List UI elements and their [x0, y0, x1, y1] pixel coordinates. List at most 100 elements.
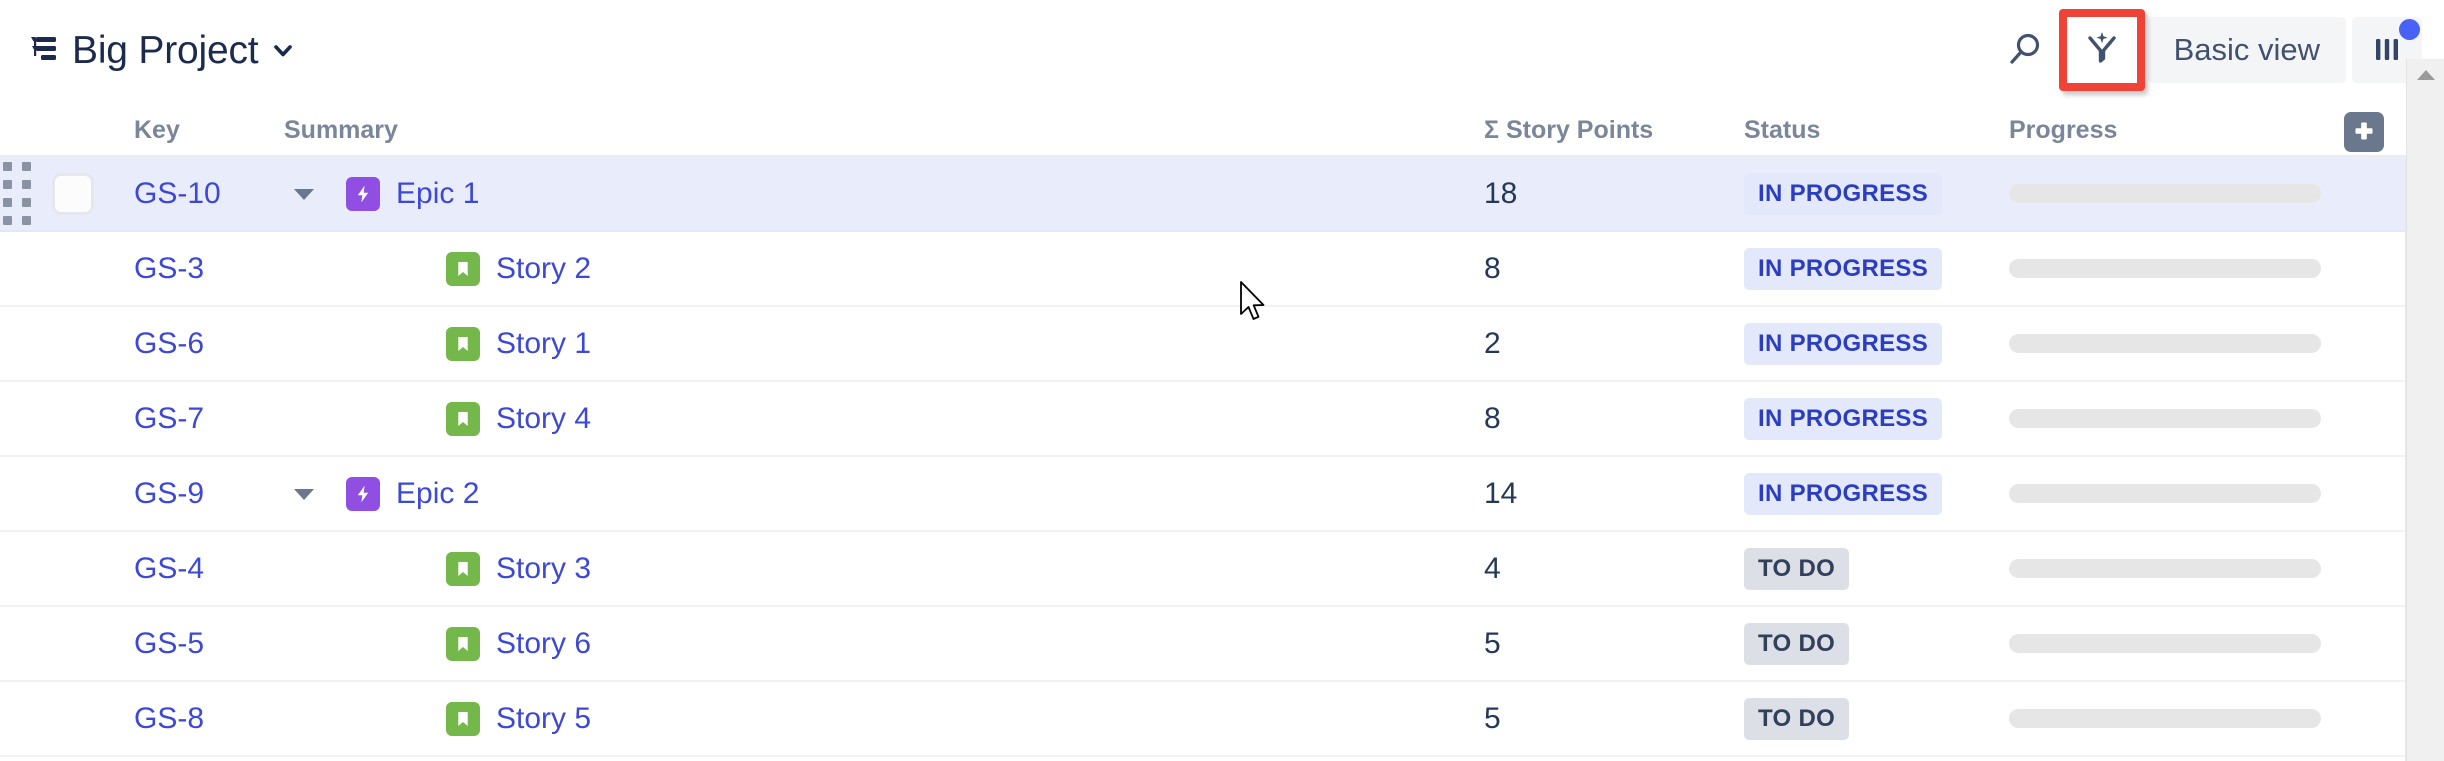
- status-badge[interactable]: TO DO: [1744, 622, 1850, 665]
- table-row[interactable]: GS-9 Epic 2 14 IN PROGRESS: [0, 457, 2444, 532]
- table-row[interactable]: GS-8 Story 5 5 TO DO: [0, 682, 2444, 757]
- row-expander-caret-down-icon[interactable]: [284, 484, 324, 504]
- status-badge[interactable]: TO DO: [1744, 547, 1850, 590]
- story-points-value: 5: [1484, 701, 1501, 735]
- issue-summary-cell: Epic 1: [284, 176, 1484, 211]
- chevron-down-icon[interactable]: [270, 37, 296, 63]
- table-header-row: Key Summary Σ Story Points Status Progre…: [0, 100, 2444, 157]
- table-row[interactable]: GS-10 Epic 1 18 IN PROGRESS: [0, 157, 2444, 232]
- top-bar: Big Project Basic view: [0, 0, 2444, 100]
- scroll-up-button[interactable]: [2407, 59, 2444, 95]
- story-points-cell[interactable]: 5: [1484, 702, 1744, 736]
- issue-key-link[interactable]: GS-8: [134, 702, 204, 735]
- search-button[interactable]: [1990, 15, 2060, 85]
- issue-key-link[interactable]: GS-7: [134, 402, 204, 435]
- issue-summary-link[interactable]: Story 3: [496, 552, 591, 586]
- issue-summary-link[interactable]: Epic 1: [396, 177, 479, 211]
- table-row[interactable]: GS-7 Story 4 8 IN PROGRESS: [0, 382, 2444, 457]
- progress-cell: [2009, 259, 2409, 278]
- progress-bar[interactable]: [2009, 334, 2321, 353]
- status-badge[interactable]: TO DO: [1744, 697, 1850, 740]
- add-column-button[interactable]: [2344, 112, 2384, 152]
- table-row[interactable]: GS-6 Story 1 2 IN PROGRESS: [0, 307, 2444, 382]
- issue-summary-link[interactable]: Epic 2: [396, 477, 479, 511]
- story-points-cell[interactable]: 8: [1484, 402, 1744, 436]
- progress-bar[interactable]: [2009, 484, 2321, 503]
- drag-handle-icon[interactable]: [3, 162, 31, 225]
- progress-cell: [2009, 559, 2409, 578]
- caret-up-icon: [2415, 67, 2437, 88]
- issue-summary-link[interactable]: Story 1: [496, 327, 591, 361]
- smart-filter-button[interactable]: [2070, 18, 2134, 82]
- progress-bar[interactable]: [2009, 184, 2321, 203]
- progress-bar[interactable]: [2009, 709, 2321, 728]
- search-icon: [2003, 28, 2047, 72]
- story-points-value: 5: [1484, 626, 1501, 660]
- filter-button-wrapper: [2058, 9, 2145, 91]
- status-badge[interactable]: IN PROGRESS: [1744, 172, 1942, 215]
- issue-key-link[interactable]: GS-10: [134, 177, 221, 210]
- row-expander-caret-down-icon[interactable]: [284, 184, 324, 204]
- status-cell: TO DO: [1744, 547, 2009, 590]
- issue-key-cell: GS-7: [134, 402, 284, 436]
- story-points-cell[interactable]: 2: [1484, 327, 1744, 361]
- story-bookmark-icon: [446, 551, 480, 586]
- progress-bar[interactable]: [2009, 559, 2321, 578]
- story-points-value: 14: [1484, 476, 1518, 510]
- status-badge[interactable]: IN PROGRESS: [1744, 322, 1942, 365]
- table-row[interactable]: GS-3 Story 2 8 IN PROGRESS: [0, 232, 2444, 307]
- column-header-status[interactable]: Status: [1744, 116, 2009, 155]
- vertical-scrollbar[interactable]: [2406, 59, 2444, 761]
- story-bookmark-icon: [446, 626, 480, 661]
- column-header-points[interactable]: Σ Story Points: [1484, 116, 1744, 155]
- progress-bar[interactable]: [2009, 634, 2321, 653]
- column-header-summary[interactable]: Summary: [284, 116, 1484, 155]
- issue-summary-cell: Story 4: [284, 401, 1484, 436]
- issue-key-link[interactable]: GS-6: [134, 327, 204, 360]
- jira-timeline-app: Big Project Basic view Key Summary Σ Sto…: [0, 0, 2444, 761]
- row-checkbox[interactable]: [52, 172, 94, 215]
- status-cell: IN PROGRESS: [1744, 472, 2009, 515]
- project-title-menu[interactable]: Big Project: [28, 31, 296, 70]
- status-cell: IN PROGRESS: [1744, 247, 2009, 290]
- status-cell: IN PROGRESS: [1744, 172, 2009, 215]
- issue-summary-cell: Story 2: [284, 251, 1484, 286]
- issue-summary-link[interactable]: Story 5: [496, 702, 591, 736]
- story-points-value: 2: [1484, 326, 1501, 360]
- table-body: GS-10 Epic 1 18 IN PROGRESS GS-3 Story 2 8 IN P…: [0, 157, 2444, 757]
- issue-key-link[interactable]: GS-4: [134, 552, 204, 585]
- issue-key-link[interactable]: GS-5: [134, 627, 204, 660]
- story-points-cell[interactable]: 8: [1484, 252, 1744, 286]
- issue-key-cell: GS-9: [134, 477, 284, 511]
- story-points-cell[interactable]: 18: [1484, 177, 1744, 211]
- status-cell: TO DO: [1744, 622, 2009, 665]
- progress-bar[interactable]: [2009, 259, 2321, 278]
- table-row[interactable]: GS-5 Story 6 5 TO DO: [0, 607, 2444, 682]
- story-points-value: 18: [1484, 176, 1518, 210]
- progress-cell: [2009, 709, 2409, 728]
- issue-key-cell: GS-10: [134, 177, 284, 211]
- issue-summary-link[interactable]: Story 6: [496, 627, 591, 661]
- status-badge[interactable]: IN PROGRESS: [1744, 397, 1942, 440]
- table-row[interactable]: GS-4 Story 3 4 TO DO: [0, 532, 2444, 607]
- issue-summary-cell: Story 1: [284, 326, 1484, 361]
- story-points-cell[interactable]: 5: [1484, 627, 1744, 661]
- issue-summary-link[interactable]: Story 4: [496, 402, 591, 436]
- column-header-key[interactable]: Key: [134, 116, 284, 155]
- status-badge[interactable]: IN PROGRESS: [1744, 247, 1942, 290]
- story-points-cell[interactable]: 4: [1484, 552, 1744, 586]
- basic-view-button[interactable]: Basic view: [2147, 17, 2346, 83]
- status-cell: IN PROGRESS: [1744, 322, 2009, 365]
- story-points-value: 4: [1484, 551, 1501, 585]
- epic-bolt-icon: [346, 476, 380, 511]
- progress-bar[interactable]: [2009, 409, 2321, 428]
- status-badge[interactable]: IN PROGRESS: [1744, 472, 1942, 515]
- issue-summary-link[interactable]: Story 2: [496, 252, 591, 286]
- issues-table: Key Summary Σ Story Points Status Progre…: [0, 100, 2444, 761]
- issue-key-link[interactable]: GS-3: [134, 252, 204, 285]
- issue-key-link[interactable]: GS-9: [134, 477, 204, 510]
- story-points-value: 8: [1484, 251, 1501, 285]
- issue-summary-cell: Story 6: [284, 626, 1484, 661]
- story-points-cell[interactable]: 14: [1484, 477, 1744, 511]
- progress-cell: [2009, 634, 2409, 653]
